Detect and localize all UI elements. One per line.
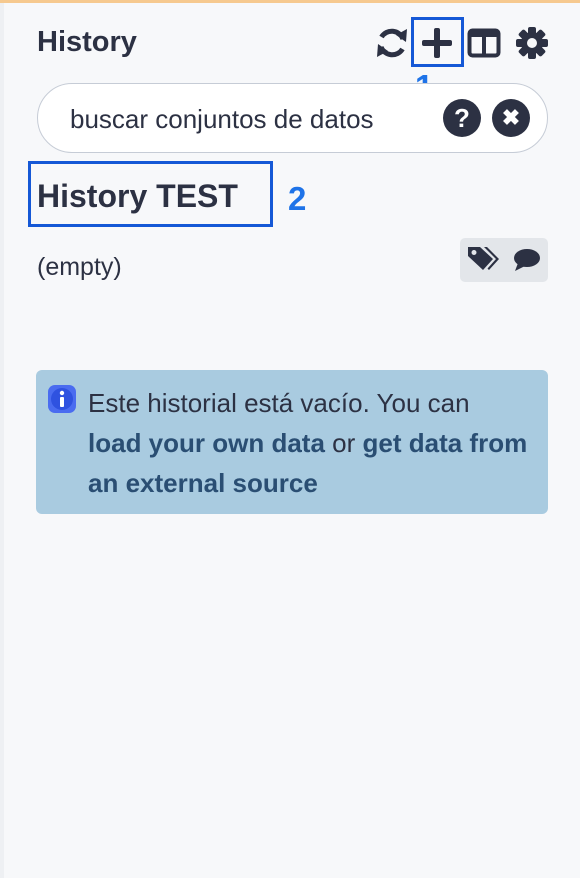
empty-history-message: Este historial está vacío. You can load … <box>36 370 548 514</box>
comment-icon[interactable] <box>512 247 542 273</box>
load-own-data-link[interactable]: load your own data <box>88 428 325 458</box>
gear-icon[interactable] <box>515 26 549 60</box>
search-bar: ? ✖ <box>37 83 548 153</box>
annotation-number-2: 2 <box>288 180 307 217</box>
highlight-box-history-name <box>28 161 273 227</box>
sync-icon[interactable] <box>374 25 410 61</box>
panel-title: History <box>37 26 137 58</box>
clear-search-button[interactable]: ✖ <box>492 99 530 137</box>
info-icon <box>47 384 77 414</box>
tags-icon[interactable] <box>466 244 500 274</box>
empty-message-prefix: Este historial está vacío. You can <box>88 388 470 418</box>
empty-message-middle: or <box>332 428 356 458</box>
left-border <box>0 3 4 878</box>
history-size: (empty) <box>37 253 122 281</box>
highlight-box-new-history <box>411 17 464 67</box>
empty-message-text: Este historial está vacío. You can load … <box>88 383 528 503</box>
tag-annotation-buttons <box>460 238 548 282</box>
question-icon: ? <box>454 102 470 133</box>
top-border <box>0 0 580 3</box>
search-input[interactable] <box>70 102 430 136</box>
columns-icon[interactable] <box>467 28 501 58</box>
close-icon: ✖ <box>501 105 521 130</box>
help-button[interactable]: ? <box>443 99 481 137</box>
